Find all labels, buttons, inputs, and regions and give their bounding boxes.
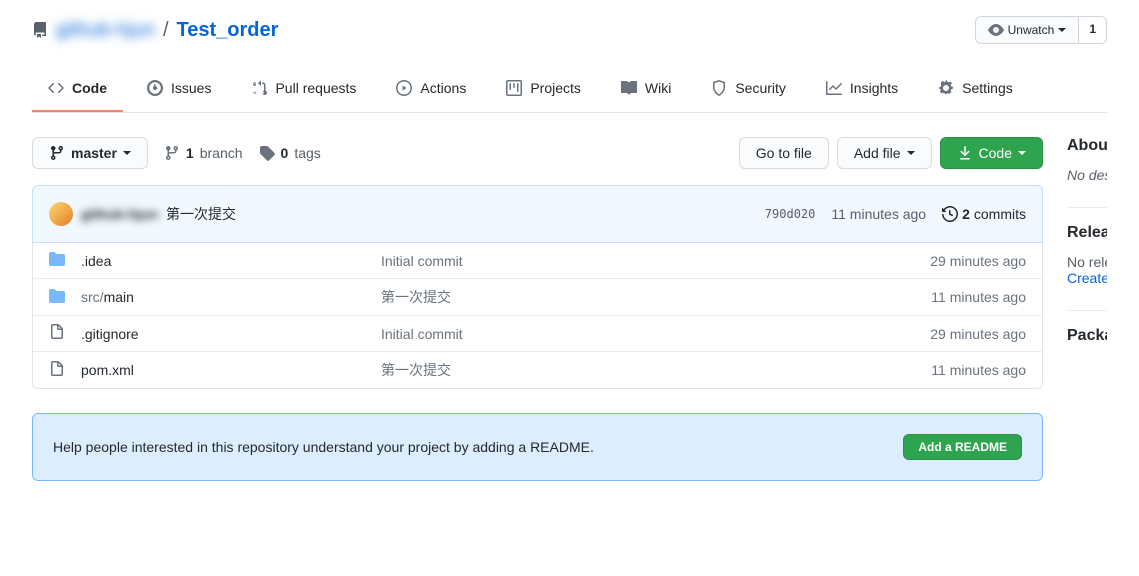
file-time: 11 minutes ago <box>931 362 1026 378</box>
branch-current: master <box>71 145 117 161</box>
file-row: .ideaInitial commit29 minutes ago <box>33 243 1042 278</box>
play-icon <box>396 80 412 96</box>
watch-count[interactable]: 1 <box>1079 16 1107 44</box>
repo-owner-link[interactable]: github-hjun <box>56 19 155 42</box>
readme-prompt-text: Help people interested in this repositor… <box>53 439 594 455</box>
unwatch-button[interactable]: Unwatch <box>975 16 1080 44</box>
file-row: .gitignoreInitial commit29 minutes ago <box>33 315 1042 351</box>
file-name[interactable]: pom.xml <box>81 362 381 378</box>
file-icon <box>49 361 65 380</box>
chevron-down-icon <box>907 151 915 159</box>
commit-author[interactable]: github-hjun <box>81 206 158 222</box>
file-commit-message[interactable]: 第一次提交 <box>381 360 931 380</box>
branch-switcher[interactable]: master <box>32 137 148 169</box>
go-to-file-button[interactable]: Go to file <box>739 137 829 169</box>
file-icon <box>49 324 65 343</box>
add-readme-button[interactable]: Add a README <box>903 434 1022 460</box>
file-name[interactable]: .gitignore <box>81 326 381 342</box>
releases-heading: Releases <box>1067 224 1107 242</box>
gear-icon <box>938 80 954 96</box>
issues-icon <box>147 80 163 96</box>
code-button[interactable]: Code <box>940 137 1043 169</box>
file-commit-message[interactable]: Initial commit <box>381 253 930 269</box>
branch-icon <box>49 145 65 161</box>
repo-title: github-hjun / Test_order <box>32 19 278 42</box>
readme-prompt: Help people interested in this repositor… <box>32 413 1043 481</box>
pull-request-icon <box>251 80 267 96</box>
tab-wiki[interactable]: Wiki <box>605 72 687 112</box>
chevron-down-icon <box>123 151 131 159</box>
shield-icon <box>711 80 727 96</box>
about-heading: About <box>1067 137 1107 155</box>
eye-icon <box>988 22 1004 38</box>
packages-heading: Packages <box>1067 327 1107 345</box>
file-row: pom.xml第一次提交11 minutes ago <box>33 351 1042 388</box>
commit-message[interactable]: 第一次提交 <box>166 204 236 224</box>
branches-link[interactable]: 1 branch <box>164 145 243 161</box>
code-icon <box>48 80 64 96</box>
latest-commit: github-hjun 第一次提交 790d020 11 minutes ago… <box>32 185 1043 243</box>
tab-security[interactable]: Security <box>695 72 802 112</box>
tab-actions[interactable]: Actions <box>380 72 482 112</box>
tag-icon <box>259 145 275 161</box>
download-icon <box>957 145 973 161</box>
repo-name-link[interactable]: Test_order <box>177 19 279 42</box>
tab-insights[interactable]: Insights <box>810 72 914 112</box>
folder-icon <box>49 251 65 270</box>
chevron-down-icon <box>1058 28 1066 36</box>
divider <box>1067 207 1107 208</box>
add-file-button[interactable]: Add file <box>837 137 932 169</box>
commits-link[interactable]: 2 commits <box>942 206 1026 222</box>
tab-projects[interactable]: Projects <box>490 72 597 112</box>
branch-icon <box>164 145 180 161</box>
project-icon <box>506 80 522 96</box>
file-commit-message[interactable]: Initial commit <box>381 326 930 342</box>
commit-sha[interactable]: 790d020 <box>765 207 816 221</box>
commit-time: 11 minutes ago <box>831 206 926 222</box>
file-list: .ideaInitial commit29 minutes agosrc/mai… <box>32 243 1043 389</box>
file-row: src/main第一次提交11 minutes ago <box>33 278 1042 315</box>
file-time: 29 minutes ago <box>930 326 1026 342</box>
file-time: 11 minutes ago <box>931 289 1026 305</box>
tab-settings[interactable]: Settings <box>922 72 1029 112</box>
file-time: 29 minutes ago <box>930 253 1026 269</box>
avatar[interactable] <box>49 202 73 226</box>
file-name[interactable]: .idea <box>81 253 381 269</box>
tags-link[interactable]: 0 tags <box>259 145 321 161</box>
graph-icon <box>826 80 842 96</box>
history-icon <box>942 206 958 222</box>
book-icon <box>621 80 637 96</box>
file-name[interactable]: src/main <box>81 289 381 305</box>
tab-pull-requests[interactable]: Pull requests <box>235 72 372 112</box>
folder-icon <box>49 288 65 307</box>
tab-code[interactable]: Code <box>32 72 123 112</box>
create-release-link[interactable]: Create a new release <box>1067 270 1107 286</box>
file-commit-message[interactable]: 第一次提交 <box>381 287 931 307</box>
tab-issues[interactable]: Issues <box>131 72 227 112</box>
divider <box>1067 310 1107 311</box>
releases-empty: No releases published <box>1067 254 1107 270</box>
unwatch-label: Unwatch <box>1008 23 1055 37</box>
path-separator: / <box>163 19 169 42</box>
repo-nav: Code Issues Pull requests Actions Projec… <box>32 72 1107 113</box>
repo-icon <box>32 22 48 38</box>
about-text: No description, website, or topics provi… <box>1067 167 1107 183</box>
chevron-down-icon <box>1018 151 1026 159</box>
